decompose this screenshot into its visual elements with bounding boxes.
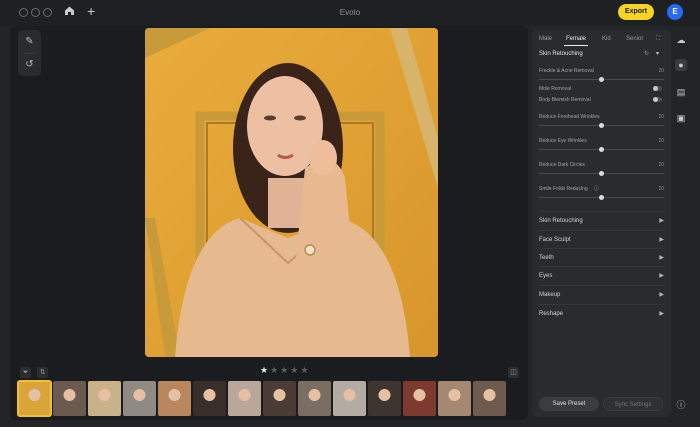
category-label: Makeup [539,292,561,298]
chevron-right-icon: ▶ [659,255,664,261]
photo-thumbnail[interactable] [438,381,471,416]
toolbar-divider [24,53,35,54]
photo-thumbnail[interactable] [123,381,156,416]
main-photo[interactable] [145,28,438,357]
avatar[interactable]: E [667,4,683,20]
photo-thumbnail[interactable] [88,381,121,416]
chevron-right-icon: ▶ [659,273,664,279]
portrait-icon[interactable]: ● [675,59,687,71]
slider-handle[interactable] [599,77,604,82]
toggle-switch[interactable] [653,86,662,91]
collapse-icon[interactable]: ▾ [656,50,659,57]
category-label: Face Sculpt [539,237,571,243]
row-value: 20 [658,114,664,120]
row-label: Mole Removal [539,86,571,92]
filmstrip [17,380,508,417]
row-label: Body Blemish Removal [539,97,591,103]
star-icon[interactable]: ★ [270,365,280,375]
adjustment-panel: Male Female Kid Senior ⛶ Skin Retouching… [532,30,671,417]
slider-handle[interactable] [599,195,604,200]
export-button[interactable]: Export [618,4,654,20]
row-label: Reduce Forehead Wrinkles [539,114,600,120]
magic-pen-icon[interactable]: ✎ [18,36,41,47]
star-icon[interactable]: ★ [280,365,290,375]
expand-icon[interactable]: ⛶ [656,36,660,43]
photo-thumbnail[interactable] [298,381,331,416]
toggle-switch[interactable] [653,97,662,102]
info-icon[interactable]: ⓘ [675,399,687,411]
photo-thumbnail[interactable] [228,381,261,416]
sort-icon[interactable]: ⇅ [37,367,48,378]
category-label: Eyes [539,273,553,279]
row-value: 20 [658,186,664,192]
category-row[interactable]: Reshape ▶ [539,304,664,322]
presets-icon[interactable]: ☁ [675,34,687,46]
title-bar: + Evoto Export E [0,0,700,26]
photo-thumbnail[interactable] [53,381,86,416]
star-icon[interactable]: ★ [290,365,300,375]
tab-female[interactable]: Female [566,36,586,42]
photo-thumbnail[interactable] [368,381,401,416]
category-row[interactable]: Face Sculpt ▶ [539,230,664,248]
tab-male[interactable]: Male [539,36,552,42]
star-icon[interactable]: ★ [300,365,310,375]
chevron-right-icon: ▶ [659,237,664,243]
chevron-right-icon: ▶ [659,292,664,298]
photo-thumbnail[interactable] [333,381,366,416]
category-row[interactable]: Eyes ▶ [539,266,664,284]
filter-icon[interactable]: ⏷ [20,367,31,378]
category-row[interactable]: Makeup ▶ [539,285,664,303]
filmstrip-toolbar: ⏷ ⇅ ★★★★★ ◫ [10,364,528,380]
row-label: Reduce Eye Wrinkles [539,138,587,144]
row-value: 20 [658,138,664,144]
slider-handle[interactable] [599,123,604,128]
history-icon[interactable]: ↺ [18,59,41,70]
photo-thumbnail[interactable] [403,381,436,416]
adjust-icon[interactable]: ▤ [675,86,687,98]
photo-thumbnail[interactable] [193,381,226,416]
chevron-right-icon: ▶ [659,311,664,317]
save-preset-button[interactable]: Save Preset [539,397,599,411]
reset-icon[interactable]: ↻ [644,50,649,57]
row-value: 20 [658,162,664,168]
rating-stars[interactable]: ★★★★★ [260,365,310,376]
category-row[interactable]: Skin Retouching ▶ [539,211,664,229]
photo-thumbnail[interactable] [158,381,191,416]
section-title: Skin Retouching [539,51,583,57]
category-label: Teeth [539,255,554,261]
category-label: Reshape [539,311,564,317]
chevron-right-icon: ▶ [659,218,664,224]
photo-thumbnail[interactable] [473,381,506,416]
gender-tabs: Male Female Kid Senior ⛶ [532,30,671,48]
background-icon[interactable]: ▣ [675,112,687,124]
left-toolbar: ✎ ↺ [18,30,41,76]
sync-settings-button[interactable]: Sync Settings [603,397,663,411]
row-label: Smile Folds Reducing [539,186,588,192]
active-tab-indicator [564,45,588,46]
photo-thumbnail[interactable] [17,380,52,417]
slider-handle[interactable] [599,171,604,176]
app-title: Evoto [339,8,361,17]
tab-kid[interactable]: Kid [602,36,611,42]
category-row[interactable]: Teeth ▶ [539,248,664,266]
row-label: Reduce Dark Circles [539,162,585,168]
tab-senior[interactable]: Senior [626,36,643,42]
star-icon[interactable]: ★ [260,365,270,375]
info-icon[interactable]: ⓘ [594,185,599,192]
category-label: Skin Retouching [539,218,583,224]
photo-thumbnail[interactable] [263,381,296,416]
slider-handle[interactable] [599,147,604,152]
row-value: 20 [658,68,664,74]
compare-view-icon[interactable]: ◫ [508,367,519,378]
row-label: Freckle & Acne Removal [539,68,594,74]
